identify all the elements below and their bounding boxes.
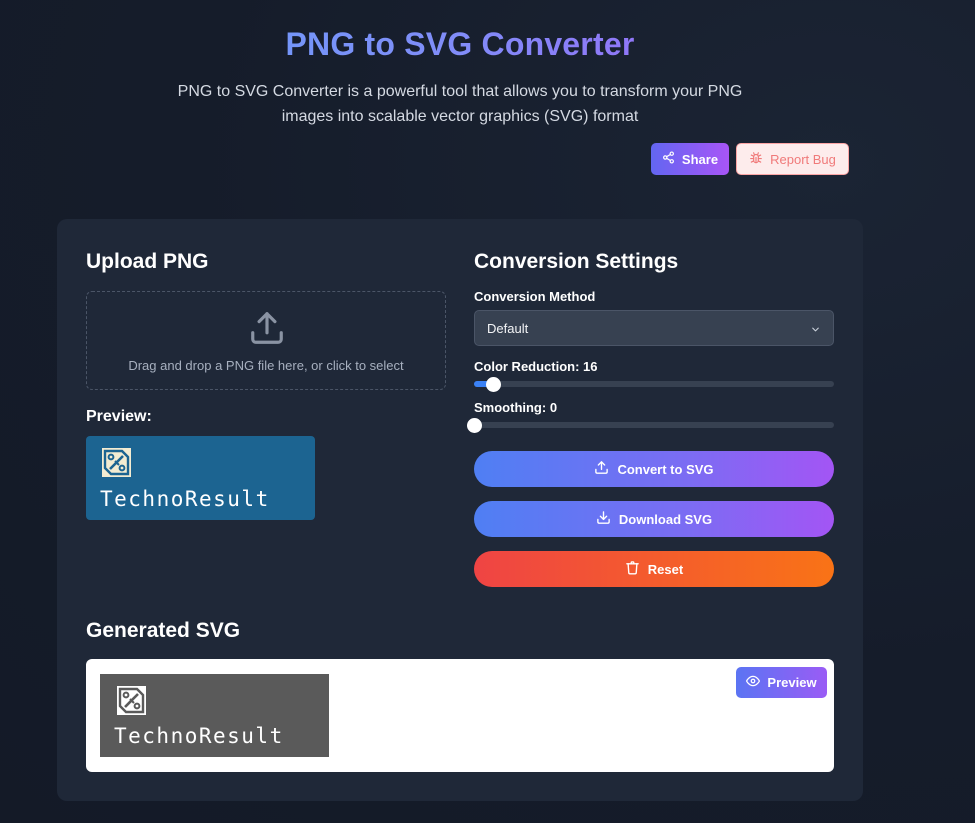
trash-icon bbox=[625, 560, 640, 578]
download-button-label: Download SVG bbox=[618, 511, 713, 527]
png-preview-image: TechnoResult bbox=[86, 436, 315, 520]
reset-button[interactable]: Reset bbox=[474, 551, 834, 587]
page-subtitle: PNG to SVG Converter is a powerful tool … bbox=[177, 83, 743, 125]
preview-label: Preview: bbox=[86, 408, 152, 425]
conversion-method-select[interactable]: Default bbox=[474, 310, 834, 346]
png-dropzone[interactable]: Drag and drop a PNG file here, or click … bbox=[86, 291, 446, 390]
convert-to-svg-button[interactable]: Convert to SVG bbox=[474, 451, 834, 487]
color-reduction-label: Color Reduction: 16 bbox=[474, 359, 598, 374]
download-svg-button[interactable]: Download SVG bbox=[474, 501, 834, 537]
report-bug-label: Report Bug bbox=[770, 151, 836, 167]
eye-icon bbox=[746, 674, 761, 691]
settings-heading: Conversion Settings bbox=[474, 250, 679, 273]
color-reduction-thumb[interactable] bbox=[486, 376, 502, 392]
logo-mark-icon bbox=[102, 448, 131, 482]
generated-logo-text: TechnoResult bbox=[114, 724, 284, 748]
reset-button-label: Reset bbox=[647, 561, 684, 577]
preview-svg-button[interactable]: Preview bbox=[736, 667, 827, 698]
smoothing-thumb[interactable] bbox=[466, 417, 482, 433]
share-button[interactable]: Share bbox=[651, 143, 729, 175]
smoothing-slider[interactable] bbox=[466, 417, 834, 433]
page-title: PNG to SVG Converter bbox=[0, 26, 920, 63]
smoothing-label: Smoothing: 0 bbox=[474, 400, 558, 415]
color-reduction-slider[interactable] bbox=[474, 376, 834, 392]
share-button-label: Share bbox=[681, 151, 719, 167]
generated-svg-heading: Generated SVG bbox=[86, 619, 241, 642]
download-icon bbox=[596, 510, 611, 528]
upload-heading: Upload PNG bbox=[86, 250, 209, 273]
bug-icon bbox=[749, 151, 763, 168]
upload-icon bbox=[594, 460, 609, 478]
conversion-method-label: Conversion Method bbox=[474, 289, 596, 304]
share-icon bbox=[662, 151, 675, 167]
chevron-down-icon bbox=[810, 323, 821, 338]
logo-mark-icon bbox=[117, 686, 146, 720]
preview-button-label: Preview bbox=[767, 675, 817, 690]
generated-svg-image: TechnoResult bbox=[100, 674, 329, 757]
preview-logo-text: TechnoResult bbox=[100, 487, 270, 511]
convert-button-label: Convert to SVG bbox=[617, 461, 714, 477]
conversion-method-value: Default bbox=[487, 320, 529, 336]
generated-svg-panel: TechnoResult Preview bbox=[86, 659, 834, 772]
dropzone-text: Drag and drop a PNG file here, or click … bbox=[128, 358, 404, 373]
report-bug-button[interactable]: Report Bug bbox=[736, 143, 849, 175]
upload-icon bbox=[248, 309, 286, 352]
